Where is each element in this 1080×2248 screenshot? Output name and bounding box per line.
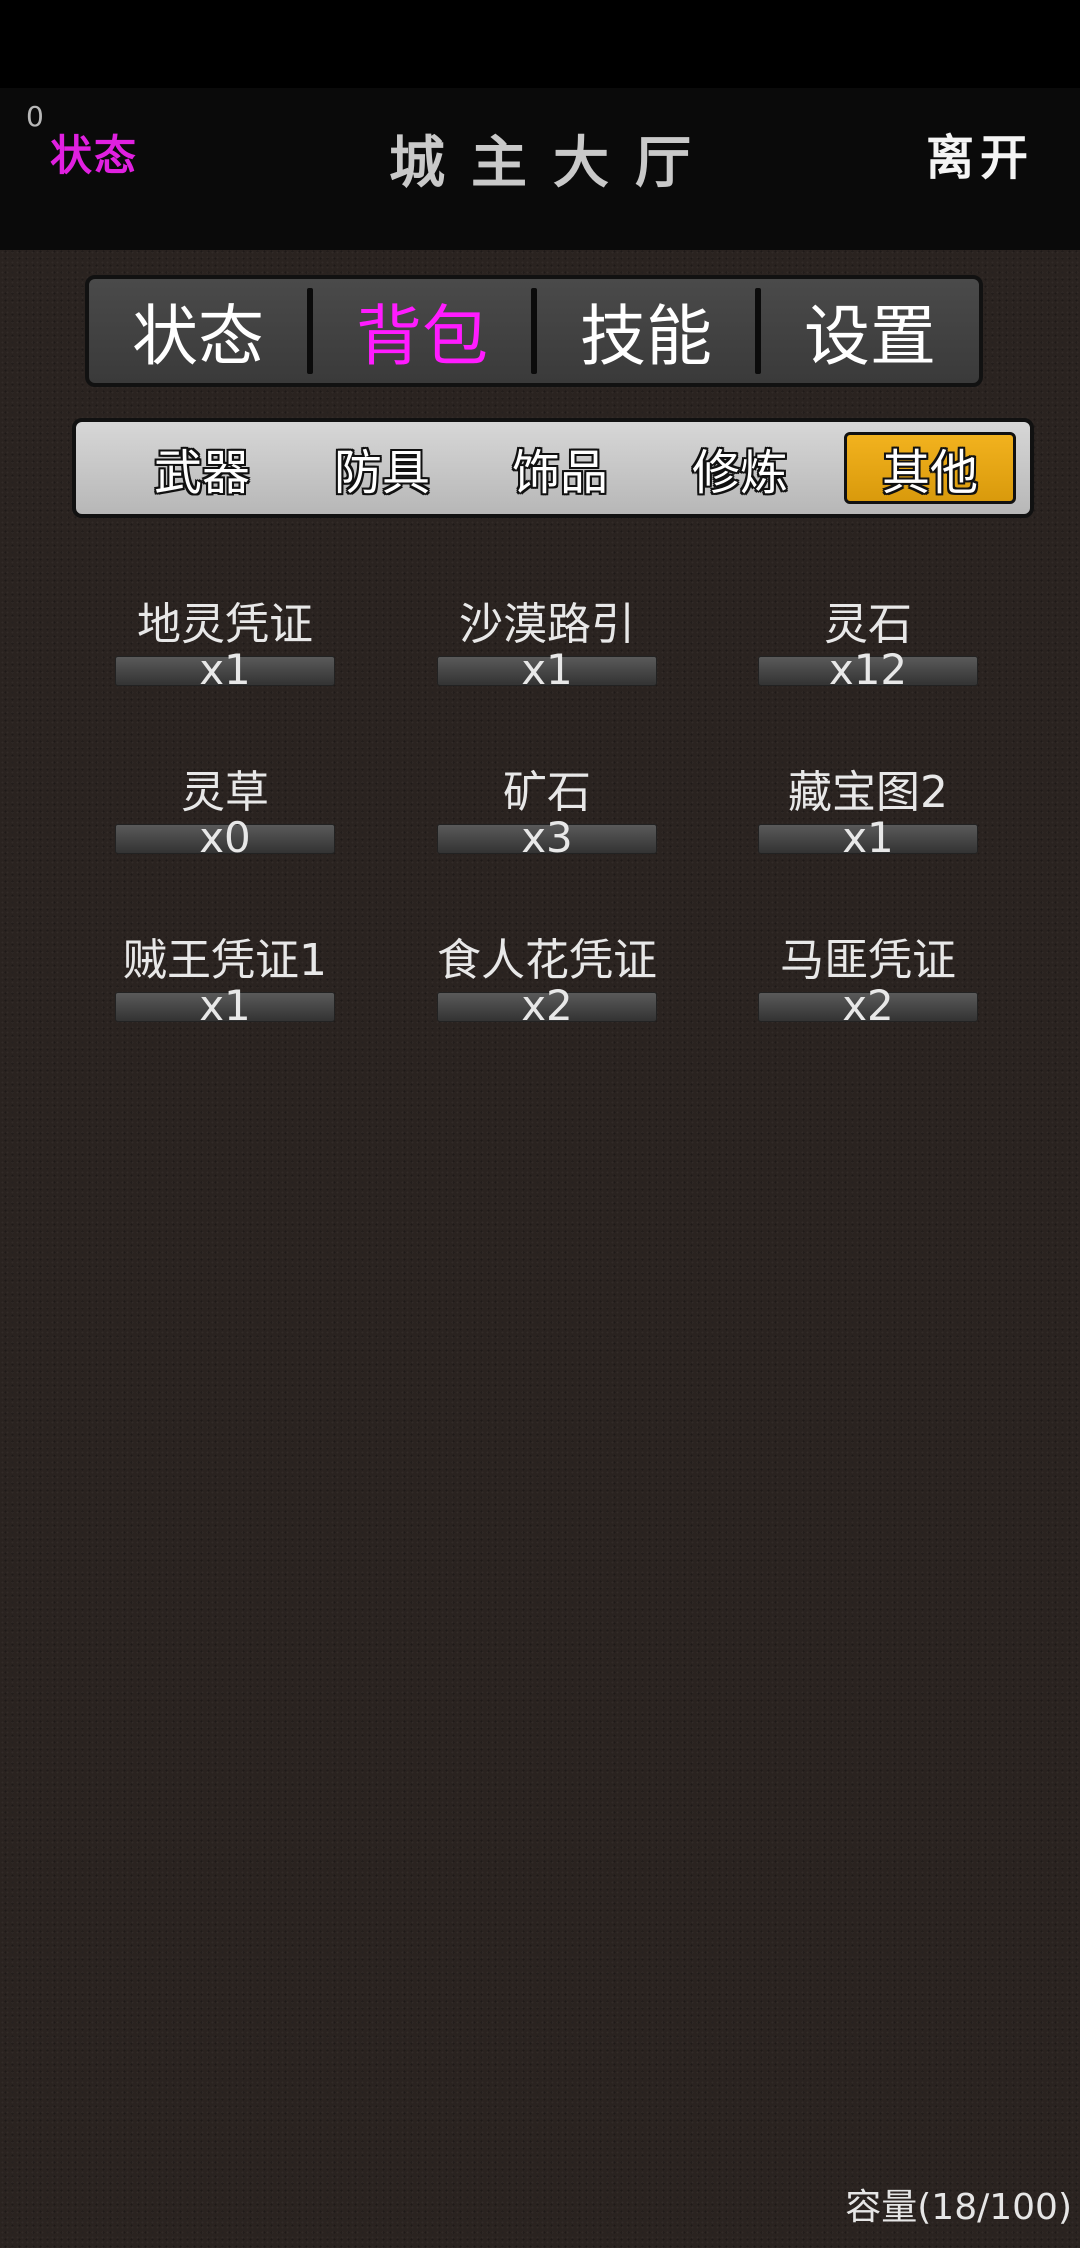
leave-button[interactable]: 离开 (926, 118, 1034, 188)
item-name: 灵草 (181, 767, 269, 818)
item-count: x1 (199, 981, 251, 1030)
tab-backpack[interactable]: 背包 (313, 279, 531, 383)
inventory-item[interactable]: 灵草 x0 (115, 756, 335, 876)
item-name: 灵石 (824, 599, 912, 650)
item-count: x0 (199, 813, 251, 862)
main-tab-bar: 状态 背包 技能 设置 (85, 275, 983, 387)
item-count: x2 (521, 981, 573, 1030)
item-count: x1 (521, 645, 573, 694)
tab-skills[interactable]: 技能 (537, 279, 755, 383)
subtab-accessories[interactable]: 饰品 (474, 432, 646, 504)
inventory-item[interactable]: 食人花凭证 x2 (437, 924, 657, 1044)
inventory-item[interactable]: 地灵凭证 x1 (115, 588, 335, 708)
item-name: 食人花凭证 (437, 935, 657, 986)
item-count: x3 (521, 813, 573, 862)
tab-status[interactable]: 状态 (89, 279, 307, 383)
item-name: 沙漠路引 (459, 599, 635, 650)
inventory-item[interactable]: 矿石 x3 (437, 756, 657, 876)
inventory-item[interactable]: 沙漠路引 x1 (437, 588, 657, 708)
subtab-armor[interactable]: 防具 (296, 432, 468, 504)
item-count: x12 (828, 645, 908, 694)
inventory-item[interactable]: 藏宝图2 x1 (758, 756, 978, 876)
item-name: 藏宝图2 (788, 767, 948, 818)
game-screen: 0 状态 城主大厅 离开 状态 背包 技能 设置 武器 防具 饰品 修炼 其他 … (0, 0, 1080, 2248)
subtab-weapons[interactable]: 武器 (116, 432, 288, 504)
category-tab-bar: 武器 防具 饰品 修炼 其他 (72, 418, 1034, 518)
system-status-bar (0, 0, 1080, 88)
item-name: 贼王凭证1 (123, 935, 327, 986)
capacity-counter: 容量(18/100) (845, 2187, 1072, 2228)
subtab-cultivation[interactable]: 修炼 (654, 432, 826, 504)
item-name: 矿石 (503, 767, 591, 818)
inventory-item[interactable]: 马匪凭证 x2 (758, 924, 978, 1044)
inventory-item[interactable]: 贼王凭证1 x1 (115, 924, 335, 1044)
inventory-item[interactable]: 灵石 x12 (758, 588, 978, 708)
subtab-other[interactable]: 其他 (844, 432, 1016, 504)
item-count: x1 (199, 645, 251, 694)
tab-settings[interactable]: 设置 (761, 279, 979, 383)
item-name: 马匪凭证 (780, 935, 956, 986)
page-title: 城主大厅 (389, 130, 717, 196)
item-count: x1 (842, 813, 894, 862)
item-count: x2 (842, 981, 894, 1030)
item-name: 地灵凭证 (137, 599, 313, 650)
